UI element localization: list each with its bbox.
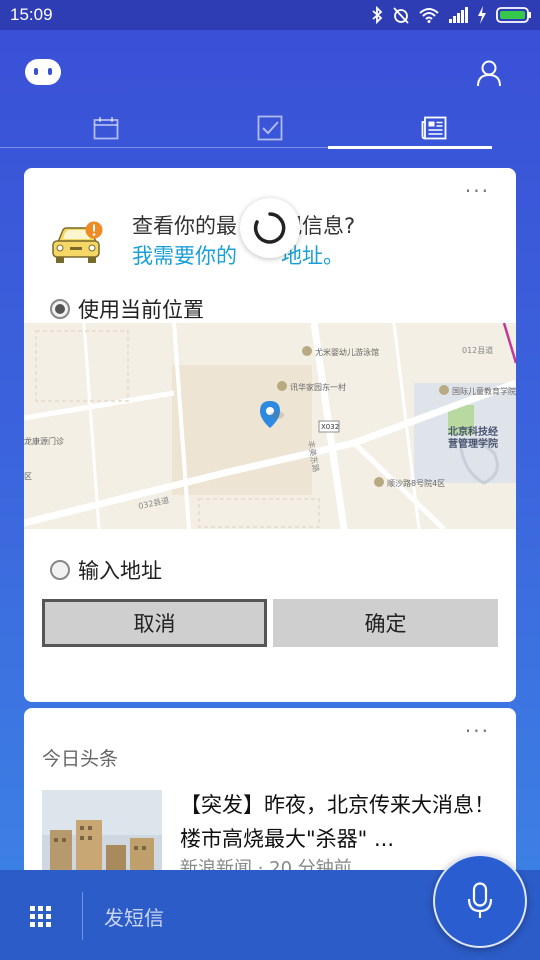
tab-active-indicator xyxy=(328,146,492,149)
wifi-icon xyxy=(419,8,439,23)
option-current-label: 使用当前位置 xyxy=(78,298,204,322)
microphone-button[interactable] xyxy=(433,854,527,948)
need-address-head: 我需要你的 xyxy=(132,244,237,268)
news-headline[interactable]: 【突发】昨夜，北京传来大消息！楼市高烧最大"杀器" ... xyxy=(180,788,500,856)
map-label-kindergarten: 尤米婴幼儿游泳馆 xyxy=(315,347,379,357)
option-input-label: 输入地址 xyxy=(78,559,162,583)
status-bar: 15:09 xyxy=(0,0,540,30)
bottom-divider xyxy=(82,892,83,940)
battery-charging-icon xyxy=(496,7,531,23)
microphone-icon xyxy=(467,882,493,918)
map-label-road-012: 012县道 xyxy=(462,345,493,355)
map-label-institute-line2: 营管理学院 xyxy=(448,437,498,450)
location-card: ··· 查看你的最 况信息? 我需要你的 地址。 使用当前位置 尤米婴幼儿游泳馆… xyxy=(24,168,516,702)
tab-news[interactable] xyxy=(352,104,516,152)
apps-grid-icon[interactable] xyxy=(30,906,52,932)
map-label-qu: 区 xyxy=(24,472,32,481)
profile-icon[interactable] xyxy=(475,59,503,91)
map-label-shunsha: 顺沙路8号院4区 xyxy=(387,478,445,488)
news-icon xyxy=(421,116,447,140)
location-map[interactable]: 尤米婴幼儿游泳馆 讯华家园东一村 012县道 国际儿童教育学院 北京科技经 营管… xyxy=(24,323,516,529)
map-label-institute-line1: 北京科技经 xyxy=(448,425,498,438)
question-head: 查看你的最 xyxy=(132,214,237,238)
option-input-address[interactable]: 输入地址 xyxy=(50,555,162,585)
alarm-off-icon xyxy=(393,7,409,24)
news-source-title: 今日头条 xyxy=(42,748,119,770)
signal-icon xyxy=(449,7,468,23)
map-label-longkang: 龙康源门诊 xyxy=(24,436,64,446)
radio-current-location[interactable] xyxy=(50,299,70,319)
confirm-button[interactable]: 确定 xyxy=(273,599,498,647)
card-more-button[interactable]: ··· xyxy=(465,181,490,201)
loading-spinner xyxy=(240,198,300,258)
radio-input-address[interactable] xyxy=(50,560,70,580)
calendar-icon xyxy=(93,117,119,140)
tab-tasks[interactable] xyxy=(188,104,352,152)
map-label-x032: X032 xyxy=(321,423,339,431)
status-time: 15:09 xyxy=(10,5,53,24)
car-alert-icon xyxy=(50,220,106,270)
bluetooth-icon xyxy=(372,6,383,24)
task-check-icon xyxy=(257,115,283,141)
map-label-school: 国际儿童教育学院 xyxy=(452,386,516,396)
sms-input[interactable]: 发短信 xyxy=(104,902,164,931)
tab-calendar[interactable] xyxy=(24,104,188,152)
news-more-button[interactable]: ··· xyxy=(465,721,490,741)
option-current-location[interactable]: 使用当前位置 xyxy=(50,294,204,324)
need-address-text: 我需要你的 地址。 xyxy=(132,240,344,270)
assistant-bot-icon[interactable] xyxy=(24,58,62,90)
cancel-button[interactable]: 取消 xyxy=(42,599,267,647)
map-label-xunhua: 讯华家园东一村 xyxy=(290,382,346,392)
header-tabs xyxy=(24,104,516,152)
charging-bolt-icon xyxy=(478,6,486,24)
status-icons xyxy=(371,6,532,24)
